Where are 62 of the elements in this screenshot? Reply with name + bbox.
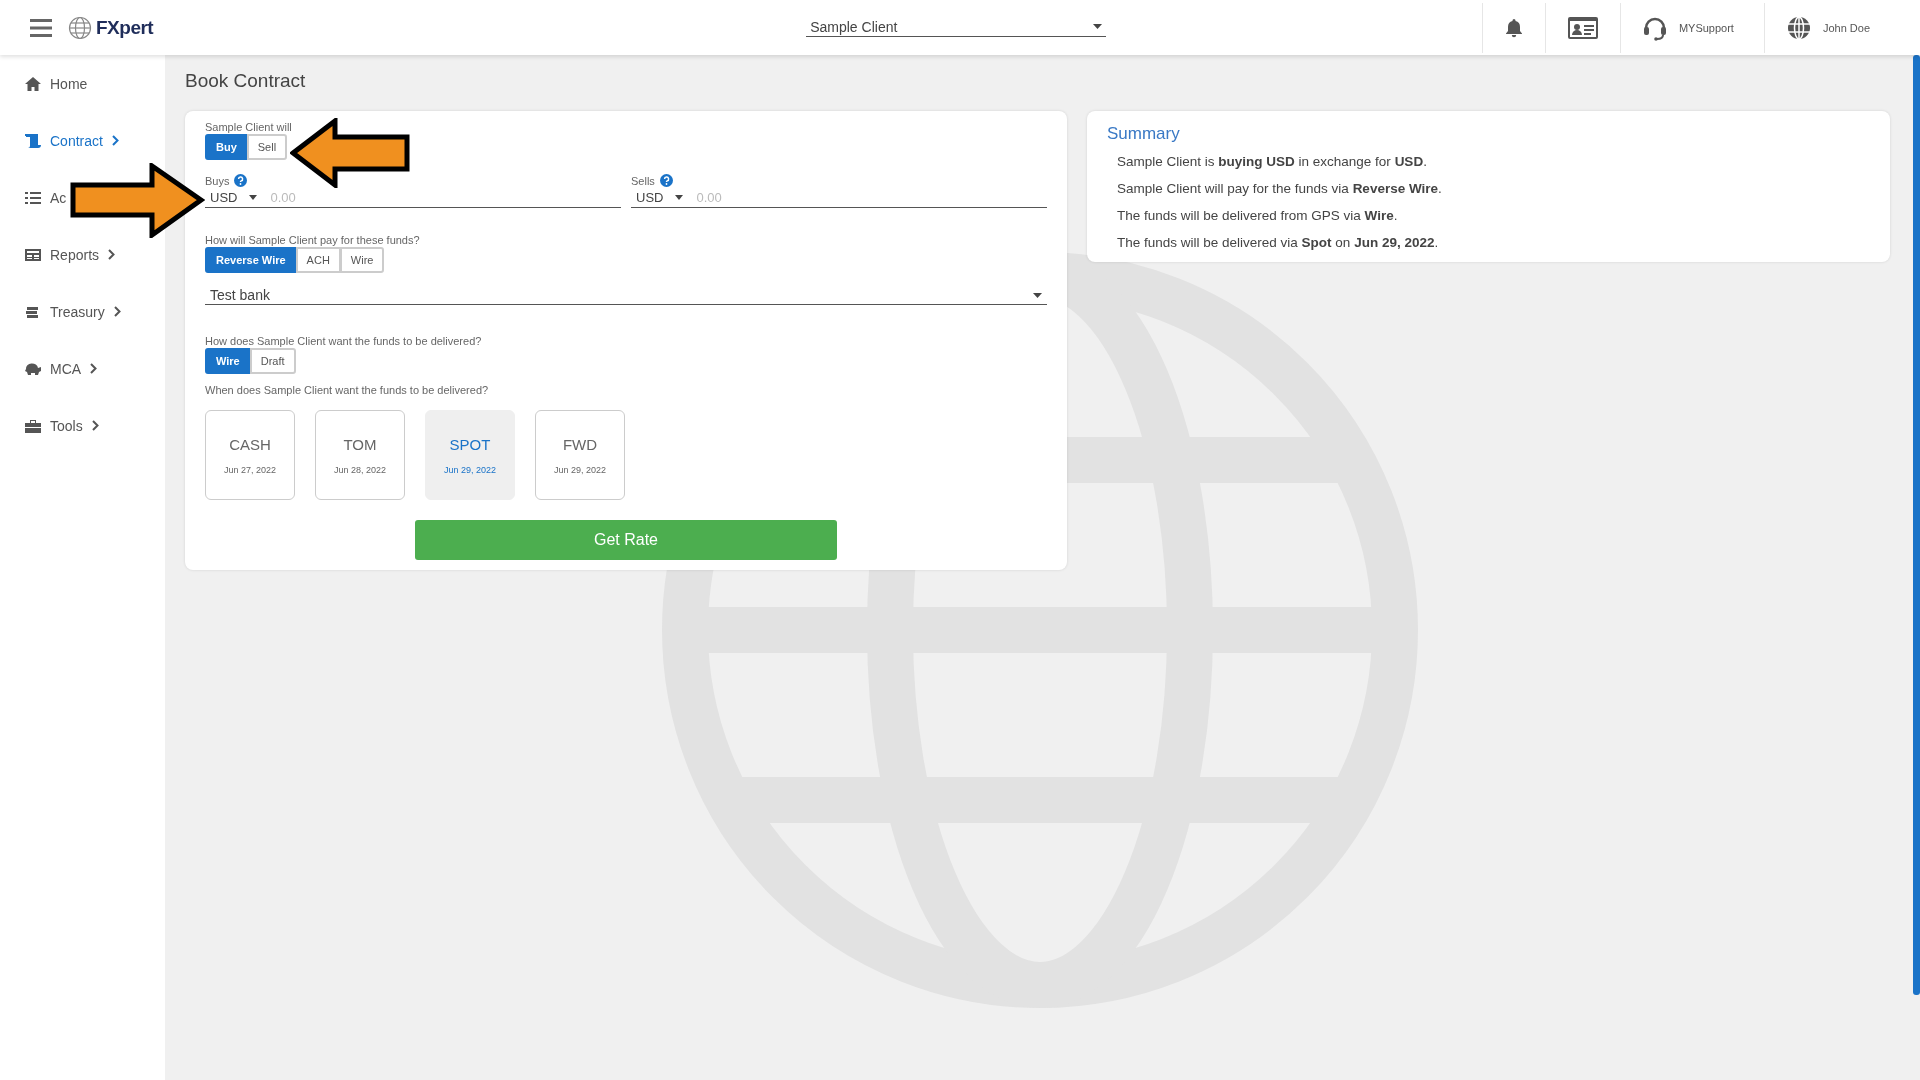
toolbox-icon bbox=[24, 417, 42, 434]
page-title: Book Contract bbox=[185, 70, 307, 92]
field-label: How does Sample Client want the funds to be delivered? bbox=[205, 335, 483, 347]
client-select[interactable]: Sample Client bbox=[806, 18, 1107, 37]
menu-icon[interactable] bbox=[30, 18, 52, 37]
toggle-button[interactable]: Draft bbox=[249, 348, 296, 374]
contact-card-icon bbox=[1567, 16, 1598, 39]
sidebar-item[interactable]: Tools bbox=[24, 397, 99, 454]
sidebar-item[interactable]: MCA bbox=[24, 340, 98, 397]
user-menu-button[interactable]: John Doe bbox=[1763, 2, 1900, 53]
sidebar-item[interactable]: Ac bbox=[24, 169, 67, 226]
field-label: When does Sample Client want the funds to be delivered? bbox=[205, 384, 490, 396]
field-label: How will Sample Client pay for these funds? bbox=[205, 234, 421, 246]
tenor-option[interactable]: TOM Jun 28, 2022 bbox=[315, 410, 405, 500]
caret-icon bbox=[675, 194, 684, 200]
scroll-icon bbox=[24, 132, 42, 149]
chevron-icon bbox=[113, 306, 121, 317]
toggle-button[interactable]: Buy bbox=[205, 134, 248, 160]
logo: FXpert bbox=[96, 16, 154, 39]
bank-select[interactable]: Test bank bbox=[205, 283, 1047, 305]
field-label: Buys bbox=[205, 174, 230, 187]
summary-line: The funds will be delivered via Spot on Jun 29, 2022. bbox=[1117, 235, 1440, 250]
tenor-option[interactable]: CASH Jun 27, 2022 bbox=[205, 410, 295, 500]
sidebar-item[interactable]: Contract bbox=[24, 112, 119, 169]
amount-field[interactable]: 0.00 bbox=[270, 189, 621, 205]
caret-icon bbox=[249, 194, 258, 200]
caret-icon bbox=[1093, 24, 1103, 29]
summary-line: Sample Client will pay for the funds via Reverse Wire. bbox=[1117, 181, 1443, 196]
currency-select[interactable]: USD bbox=[205, 189, 263, 205]
chevron-icon bbox=[90, 363, 98, 374]
home-icon bbox=[24, 75, 42, 92]
toggle-button[interactable]: ACH bbox=[295, 247, 341, 273]
support-button[interactable]: MYSupport bbox=[1619, 2, 1764, 53]
tenor-option[interactable]: SPOT Jun 29, 2022 bbox=[425, 410, 515, 500]
scrollbar[interactable] bbox=[1913, 55, 1920, 995]
toggle-button[interactable]: Wire bbox=[205, 348, 251, 374]
bell-icon bbox=[1504, 17, 1523, 38]
toggle-button[interactable]: Reverse Wire bbox=[205, 247, 297, 273]
help-icon[interactable] bbox=[234, 174, 248, 187]
tenor-option[interactable]: FWD Jun 29, 2022 bbox=[535, 410, 625, 500]
toggle-button[interactable]: Wire bbox=[339, 247, 385, 273]
field-label: Sells bbox=[631, 174, 655, 187]
chevron-icon bbox=[91, 420, 99, 431]
amount-field[interactable]: 0.00 bbox=[696, 189, 1047, 205]
globe-logo-icon bbox=[68, 15, 92, 40]
checklist-icon bbox=[24, 189, 42, 206]
help-icon[interactable] bbox=[659, 174, 673, 187]
chevron-icon bbox=[108, 249, 116, 260]
caret-icon bbox=[1033, 292, 1042, 298]
sidebar-item[interactable]: Treasury bbox=[24, 283, 121, 340]
summary-line: The funds will be delivered from GPS via Wire. bbox=[1117, 208, 1399, 223]
currency-select[interactable]: USD bbox=[631, 189, 689, 205]
toggle-button[interactable]: Sell bbox=[246, 134, 288, 160]
summary-title: Summary bbox=[1107, 124, 1181, 144]
summary-line: Sample Client is buying USD in exchange for USD. bbox=[1117, 154, 1428, 169]
chevron-icon bbox=[111, 135, 119, 146]
piggy-bank-icon bbox=[24, 360, 42, 377]
sidebar-item[interactable]: Reports bbox=[24, 226, 116, 283]
sidebar-item[interactable]: Home bbox=[24, 55, 88, 112]
table-icon bbox=[24, 246, 42, 263]
globe-icon bbox=[1786, 15, 1811, 40]
field-label: Sample Client will bbox=[205, 121, 293, 133]
